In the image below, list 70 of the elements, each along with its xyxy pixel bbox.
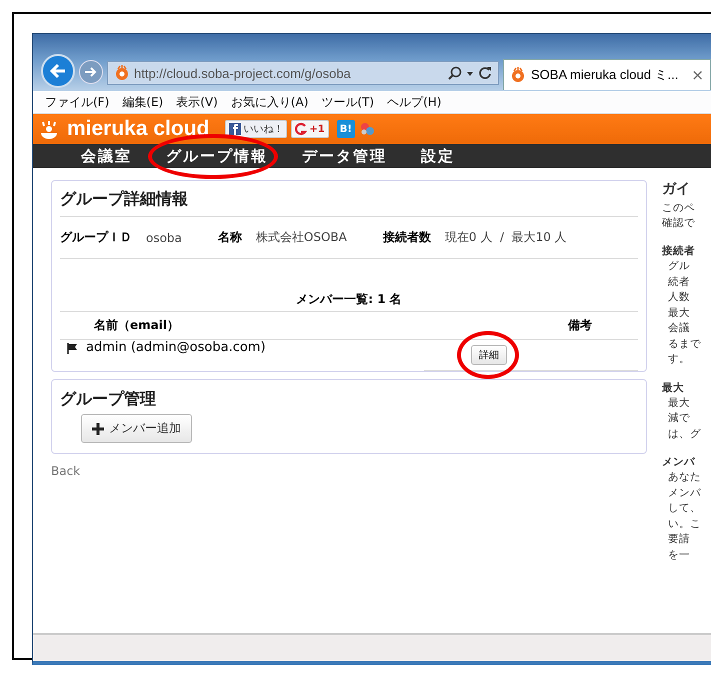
- guide-text: 減で: [667, 411, 691, 426]
- guide-text: 最大: [667, 306, 691, 320]
- share-icon: [358, 121, 375, 137]
- logo-icon: [39, 119, 59, 139]
- url-text: http://cloud.soba-project.com/g/osoba: [134, 66, 351, 80]
- guide-text: い。こ: [667, 516, 702, 532]
- guide-text: あなた: [667, 470, 702, 485]
- nav-tab[interactable]: 会議室: [81, 146, 132, 164]
- refresh-icon: [478, 66, 492, 80]
- guide-text: このペ: [662, 201, 696, 216]
- detail-button[interactable]: 詳細: [471, 345, 507, 365]
- guide-text: 最大: [667, 396, 691, 410]
- guide-text: るまで: [667, 336, 702, 352]
- field-value: 株式会社OSOBA: [256, 229, 347, 246]
- menu-item[interactable]: 表示(V): [176, 94, 218, 110]
- menu-item[interactable]: ツール(T): [321, 94, 374, 110]
- logo-text: mieruka cloud: [67, 117, 210, 141]
- guide-text: は、グ: [667, 426, 702, 442]
- field-value: 現在0 人 / 最大10 人: [444, 229, 567, 246]
- guide-text: す。: [667, 352, 691, 367]
- field-label: グループＩＤ: [60, 229, 132, 246]
- menu-item[interactable]: 編集(E): [122, 94, 164, 110]
- tab-title: SOBA mieruka cloud ミ...: [531, 66, 680, 84]
- section-title: グループ詳細情報: [60, 181, 638, 217]
- guide-heading: メンバ: [662, 455, 696, 470]
- nav-tab[interactable]: グループ情報: [166, 146, 268, 164]
- field-value: osoba: [146, 230, 182, 244]
- address-field[interactable]: http://cloud.soba-project.com/g/osoba: [107, 61, 499, 85]
- forward-button[interactable]: [79, 60, 103, 84]
- forward-arrow-icon: [84, 65, 98, 79]
- menu-item[interactable]: ヘルプ(H): [387, 94, 442, 110]
- nav-tab[interactable]: データ管理: [302, 146, 387, 164]
- guide-text: メンバ: [667, 486, 702, 500]
- guide-text: 確認で: [662, 216, 696, 231]
- guide-text: して、: [667, 501, 702, 516]
- plus-one-button[interactable]: +1: [291, 120, 329, 138]
- guide-text: 要請: [667, 532, 691, 547]
- menu-item[interactable]: ファイル(F): [45, 94, 110, 110]
- guide-title: ガイ: [662, 180, 691, 198]
- list-title: メンバー一覧: 1 名: [60, 287, 638, 312]
- section-title: グループ管理: [60, 388, 157, 410]
- g-icon: [295, 122, 308, 136]
- guide-text: 続者: [667, 274, 691, 290]
- back-button[interactable]: [41, 54, 75, 88]
- nav-tab[interactable]: 設定: [421, 146, 455, 164]
- guide-text: 人数: [667, 290, 691, 305]
- field-label: 名称: [218, 229, 242, 246]
- plus-icon: [92, 422, 104, 434]
- guide-heading: 接続者: [662, 244, 696, 259]
- guide-text: を一: [667, 548, 691, 562]
- close-icon[interactable]: ×: [691, 66, 704, 84]
- back-arrow-icon: [49, 62, 67, 80]
- site-icon: [114, 65, 130, 81]
- bookmark-button[interactable]: B!: [336, 120, 355, 138]
- search-icon: [448, 66, 462, 80]
- menu-item[interactable]: お気に入り(A): [230, 94, 308, 110]
- like-button[interactable]: いいね！: [225, 120, 288, 138]
- facebook-icon: [229, 123, 242, 135]
- flag-icon: [66, 342, 78, 354]
- guide-heading: 最大: [662, 380, 685, 396]
- guide-text: グル: [667, 259, 691, 274]
- column-header: 名前（email）: [94, 318, 179, 332]
- guide-text: 会議: [667, 321, 691, 336]
- site-icon: [510, 67, 526, 83]
- browser-tab[interactable]: SOBA mieruka cloud ミ... ×: [503, 59, 711, 90]
- column-header: 備考: [568, 318, 592, 332]
- field-label: 接続者数: [382, 229, 431, 246]
- back-link[interactable]: Back: [51, 464, 80, 478]
- member-name: admin (admin@osoba.com): [86, 340, 266, 355]
- add-member-button[interactable]: メンバー追加: [81, 414, 192, 443]
